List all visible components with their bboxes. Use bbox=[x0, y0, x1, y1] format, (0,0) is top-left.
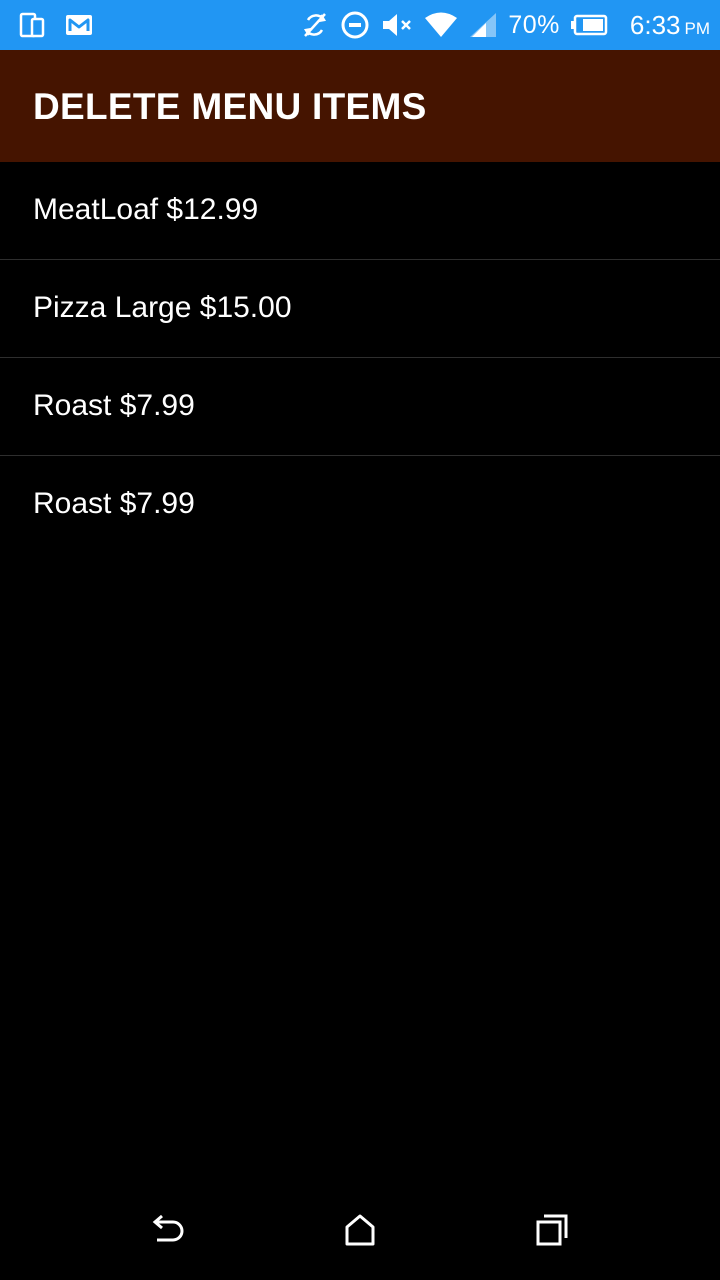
home-button[interactable] bbox=[340, 1212, 380, 1252]
screen-mirror-icon bbox=[18, 11, 46, 39]
list-item-label: MeatLoaf $12.99 bbox=[33, 193, 259, 226]
gmail-icon bbox=[64, 12, 94, 38]
status-right-icons: 70% 6:33 PM bbox=[300, 0, 710, 50]
clock-ampm: PM bbox=[684, 18, 711, 38]
back-button[interactable] bbox=[147, 1212, 187, 1252]
sync-disabled-icon bbox=[300, 10, 330, 40]
action-bar: DELETE MENU ITEMS bbox=[0, 50, 720, 162]
list-item[interactable]: Roast $7.99 bbox=[0, 358, 720, 456]
volume-muted-icon bbox=[380, 10, 414, 40]
app-screen: 70% 6:33 PM DELETE MENU ITEMS MeatLoaf $1… bbox=[0, 0, 720, 1280]
home-icon bbox=[340, 1210, 380, 1255]
status-left-icons bbox=[18, 10, 94, 40]
cellular-signal-icon bbox=[468, 11, 498, 39]
battery-icon bbox=[570, 14, 608, 36]
list-item[interactable]: MeatLoaf $12.99 bbox=[0, 162, 720, 260]
recents-icon bbox=[532, 1210, 572, 1255]
recents-button[interactable] bbox=[532, 1212, 572, 1252]
menu-items-list: MeatLoaf $12.99 Pizza Large $15.00 Roast… bbox=[0, 162, 720, 553]
battery-percent: 70% bbox=[508, 10, 560, 39]
list-item-label: Pizza Large $15.00 bbox=[33, 291, 292, 324]
clock-time: 6:33 bbox=[629, 9, 681, 40]
status-clock: 6:33 PM bbox=[630, 10, 710, 41]
list-item-label: Roast $7.99 bbox=[33, 389, 195, 422]
navigation-bar bbox=[0, 1184, 720, 1280]
do-not-disturb-icon bbox=[340, 10, 370, 40]
list-item[interactable]: Pizza Large $15.00 bbox=[0, 260, 720, 358]
wifi-icon bbox=[424, 11, 458, 39]
list-item-label: Roast $7.99 bbox=[33, 487, 195, 520]
page-title: DELETE MENU ITEMS bbox=[33, 86, 427, 127]
back-icon bbox=[147, 1210, 187, 1255]
list-item[interactable]: Roast $7.99 bbox=[0, 456, 720, 553]
status-bar: 70% 6:33 PM bbox=[0, 0, 720, 50]
